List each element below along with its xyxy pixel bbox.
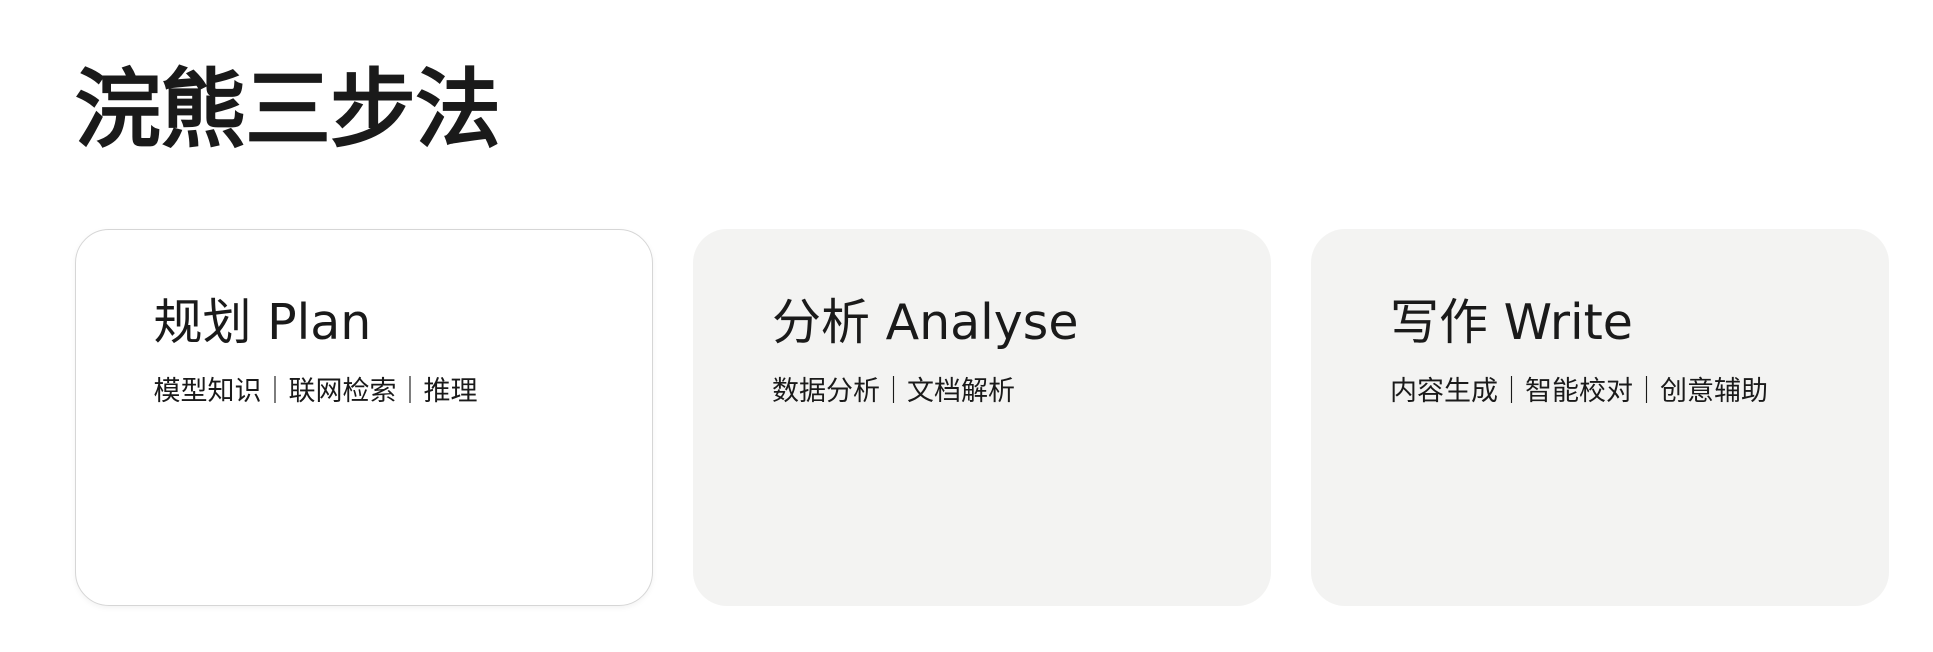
card-plan[interactable]: 规划 Plan 模型知识｜联网检索｜推理 <box>75 229 653 606</box>
card-analyse-subtitle: 数据分析｜文档解析 <box>772 376 1015 407</box>
card-plan-title: 规划 Plan <box>153 293 372 351</box>
card-write-subtitle: 内容生成｜智能校对｜创意辅助 <box>1390 376 1768 407</box>
step-cards: 规划 Plan 模型知识｜联网检索｜推理 分析 Analyse 数据分析｜文档解… <box>75 229 1889 606</box>
card-write-title: 写作 Write <box>1390 294 1633 351</box>
card-analyse[interactable]: 分析 Analyse 数据分析｜文档解析 <box>693 229 1271 606</box>
page: 浣熊三步法 规划 Plan 模型知识｜联网检索｜推理 分析 Analyse 数据… <box>0 0 1933 652</box>
card-plan-subtitle: 模型知识｜联网检索｜推理 <box>153 375 478 407</box>
card-analyse-title: 分析 Analyse <box>772 294 1079 351</box>
card-write[interactable]: 写作 Write 内容生成｜智能校对｜创意辅助 <box>1311 229 1889 606</box>
page-title: 浣熊三步法 <box>75 60 501 160</box>
